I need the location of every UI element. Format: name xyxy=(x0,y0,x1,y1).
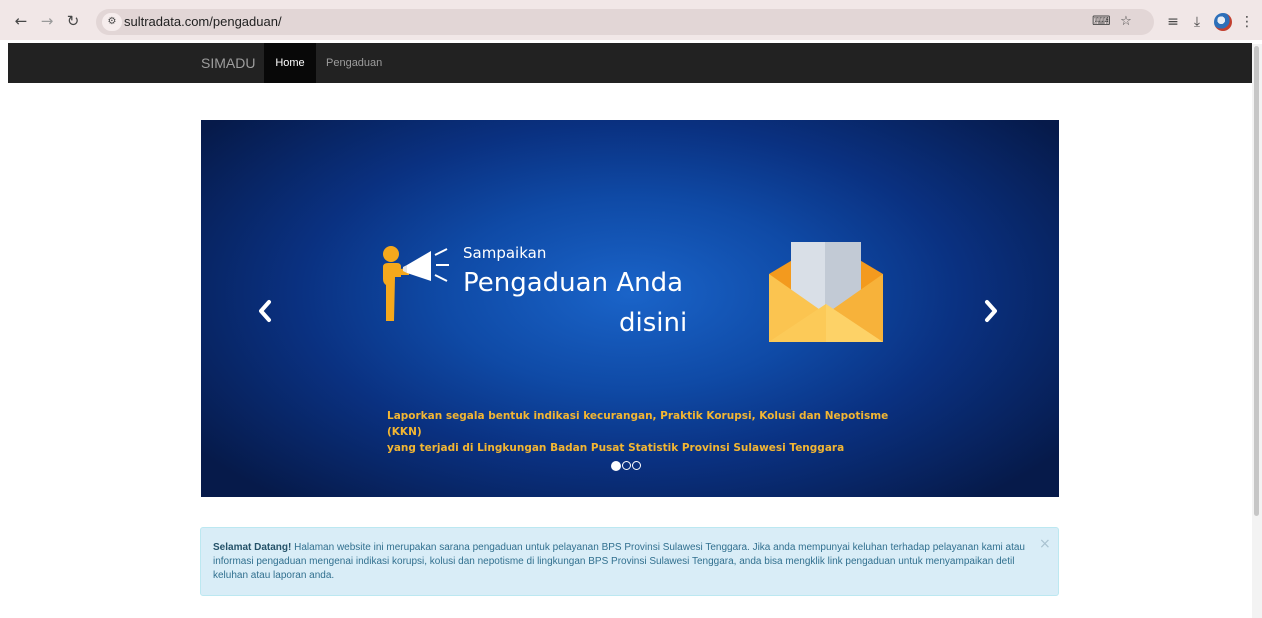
carousel-indicators xyxy=(611,461,642,471)
reading-list-icon[interactable]: ≡ xyxy=(1164,13,1182,31)
browser-toolbar: ← → ↻ ⚙ sultradata.com/pengaduan/ ⌨ ☆ ≡ … xyxy=(0,0,1262,40)
alert-title: Selamat Datang! xyxy=(213,542,292,553)
bookmark-star-icon[interactable]: ☆ xyxy=(1118,14,1134,30)
alert-message: Halaman website ini merupakan sarana pen… xyxy=(213,542,1025,581)
profile-avatar[interactable] xyxy=(1214,13,1232,31)
welcome-alert: Selamat Datang! Halaman website ini meru… xyxy=(200,527,1059,596)
nav-item-pengaduan[interactable]: Pengaduan xyxy=(326,43,382,83)
hero-carousel: Sampaikan Pengaduan Anda disini Laporkan… xyxy=(201,120,1059,497)
caption-small: Sampaikan xyxy=(463,244,547,262)
caption-big: Pengaduan Anda xyxy=(463,268,684,298)
carousel-indicator-1[interactable] xyxy=(611,461,621,471)
carousel-next-icon[interactable] xyxy=(979,296,1003,326)
menu-icon[interactable]: ⋮ xyxy=(1238,13,1256,31)
site-info-icon[interactable]: ⚙ xyxy=(102,13,122,31)
navbar-brand[interactable]: SIMADU xyxy=(201,55,255,71)
carousel-indicator-3[interactable] xyxy=(632,461,641,470)
download-icon[interactable]: ⤓ xyxy=(1188,13,1206,31)
forward-icon[interactable]: → xyxy=(38,12,56,30)
carousel-prev-icon[interactable] xyxy=(253,296,277,326)
site-navbar: SIMADU Home Pengaduan xyxy=(8,43,1252,83)
url-text[interactable]: sultradata.com/pengaduan/ xyxy=(124,14,282,29)
close-icon[interactable]: × xyxy=(1039,537,1051,551)
nav-item-home[interactable]: Home xyxy=(264,43,316,83)
back-icon[interactable]: ← xyxy=(12,12,30,30)
translate-icon[interactable]: ⌨ xyxy=(1092,14,1111,30)
alert-text: Selamat Datang! Halaman website ini meru… xyxy=(213,541,1033,583)
reload-icon[interactable]: ↻ xyxy=(64,12,82,30)
carousel-description: Laporkan segala bentuk indikasi kecurang… xyxy=(387,410,889,454)
carousel-indicator-2[interactable] xyxy=(622,461,631,470)
megaphone-person-icon xyxy=(383,246,449,321)
caption-tail: disini xyxy=(619,308,688,338)
scrollbar-thumb[interactable] xyxy=(1254,46,1259,516)
envelope-icon xyxy=(769,242,883,342)
address-bar[interactable]: ⚙ sultradata.com/pengaduan/ ⌨ ☆ xyxy=(96,9,1154,35)
